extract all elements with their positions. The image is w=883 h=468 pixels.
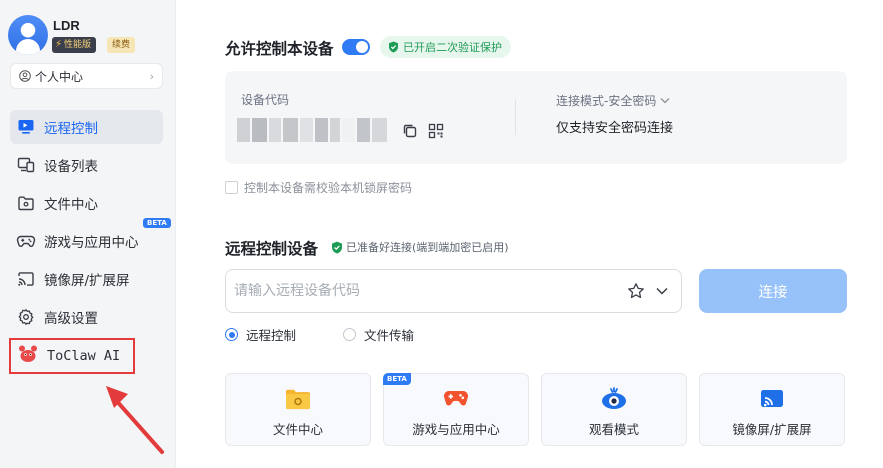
allow-control-title: 允许控制本设备 (225, 40, 334, 58)
device-code-label: 设备代码 (241, 93, 290, 107)
gear-icon (16, 307, 36, 327)
shield-check-icon (389, 41, 398, 53)
tile-games-apps[interactable]: BETA 游戏与应用中心 (383, 373, 529, 446)
avatar[interactable] (8, 15, 48, 55)
gamepad-icon (16, 231, 36, 251)
shield-check-icon (332, 241, 342, 253)
lock-password-label: 控制本设备需校验本机锁屏密码 (244, 181, 413, 195)
chevron-right-icon: › (149, 69, 154, 83)
personal-center-label: 个人中心 (35, 69, 84, 84)
ready-status: 已准备好连接(端到端加密已启用) (331, 239, 509, 255)
sidebar-item-mirror-screen[interactable]: 镜像屏/扩展屏 (10, 262, 163, 296)
lock-password-checkbox[interactable]: 控制本设备需校验本机锁屏密码 (225, 179, 412, 196)
chevron-down-icon[interactable] (655, 284, 669, 298)
sidebar-item-label: 镜像屏/扩展屏 (44, 273, 130, 289)
card-divider (515, 99, 516, 135)
radio-file-transfer[interactable]: 文件传输 (343, 325, 414, 344)
qr-code-icon[interactable] (428, 123, 444, 139)
tile-watch-mode[interactable]: 观看模式 (541, 373, 687, 446)
renew-badge[interactable]: 续费 (107, 37, 136, 53)
eye-icon (600, 387, 628, 411)
sidebar-item-advanced-settings[interactable]: 高级设置 (10, 300, 163, 334)
sidebar-item-games-apps[interactable]: 游戏与应用中心 BETA (10, 218, 171, 258)
sidebar-item-label: 文件中心 (44, 197, 98, 213)
device-list-icon (16, 155, 36, 175)
performance-badge-label: 性能版 (64, 40, 92, 50)
remote-code-input-box (225, 269, 682, 313)
tile-mirror-screen[interactable]: 镜像屏/扩展屏 (699, 373, 845, 446)
connection-mode-dropdown[interactable]: 连接模式-安全密码 (556, 92, 670, 109)
star-icon[interactable] (627, 282, 645, 300)
device-info-card: 设备代码 连接模式-安全密码 仅支持安全密码连接 (225, 71, 847, 164)
radio-button[interactable] (225, 328, 238, 341)
allow-control-toggle[interactable] (342, 39, 370, 55)
radio-button[interactable] (343, 328, 356, 341)
cast-icon (16, 269, 36, 289)
sidebar-item-label: 设备列表 (44, 159, 98, 175)
sidebar-nav: 远程控制 设备列表 文件中心 游戏与应用中心 BETA 镜像屏/扩展屏 高级设置 (10, 110, 171, 338)
beta-badge: BETA (383, 373, 411, 385)
two-factor-badge: 已开启二次验证保护 (380, 36, 511, 58)
sidebar-item-remote-control[interactable]: 远程控制 (10, 110, 163, 144)
main-panel: 允许控制本设备 已开启二次验证保护 设备代码 连接模式-安全密码 仅支持安全密码… (176, 0, 883, 468)
sidebar-item-toclaw-ai[interactable]: ToClaw AI (9, 338, 135, 374)
user-icon (19, 70, 31, 82)
sidebar-item-label: 远程控制 (44, 121, 98, 137)
copy-icon[interactable] (402, 123, 418, 139)
lightning-icon: ⚡ (55, 39, 63, 50)
connection-mode-value: 仅支持安全密码连接 (556, 121, 674, 136)
red-arrow-annotation (106, 386, 164, 454)
sidebar-item-label: 高级设置 (44, 311, 98, 327)
personal-center-button[interactable]: 个人中心 › (10, 63, 163, 89)
connect-button[interactable]: 连接 (699, 269, 847, 313)
folder-icon (16, 193, 36, 213)
cast-icon (759, 387, 785, 411)
performance-badge: ⚡ 性能版 (52, 37, 97, 53)
tile-label: 游戏与应用中心 (412, 422, 500, 437)
sidebar: LDR ⚡ 性能版 续费 个人中心 › 远程控制 设备列表 文件中心 游戏与应用… (0, 0, 176, 468)
tile-label: 镜像屏/扩展屏 (732, 422, 812, 437)
remote-code-input[interactable] (234, 283, 614, 299)
ready-status-text: 已准备好连接(端到端加密已启用) (346, 241, 509, 254)
two-factor-text: 已开启二次验证保护 (403, 41, 502, 54)
remote-control-title: 远程控制设备 (225, 240, 319, 258)
radio-remote-label: 远程控制 (246, 328, 297, 343)
username: LDR (53, 18, 80, 33)
chevron-down-icon (660, 98, 670, 104)
gamepad-icon (442, 387, 470, 411)
beta-badge: BETA (143, 218, 171, 228)
toclaw-label: ToClaw AI (47, 348, 121, 364)
tile-label: 文件中心 (272, 422, 323, 437)
radio-file-label: 文件传输 (364, 328, 415, 343)
sidebar-item-device-list[interactable]: 设备列表 (10, 148, 163, 182)
tile-label: 观看模式 (588, 422, 639, 437)
sidebar-item-file-center[interactable]: 文件中心 (10, 186, 163, 220)
connection-mode-label: 连接模式-安全密码 (556, 94, 657, 108)
crab-icon (17, 344, 39, 368)
folder-icon (285, 387, 311, 411)
sidebar-item-label: 游戏与应用中心 (44, 235, 139, 251)
monitor-icon (16, 117, 36, 137)
device-code-blurred (237, 118, 387, 142)
radio-remote-control[interactable]: 远程控制 (225, 325, 296, 344)
checkbox[interactable] (225, 181, 238, 194)
tile-file-center[interactable]: 文件中心 (225, 373, 371, 446)
